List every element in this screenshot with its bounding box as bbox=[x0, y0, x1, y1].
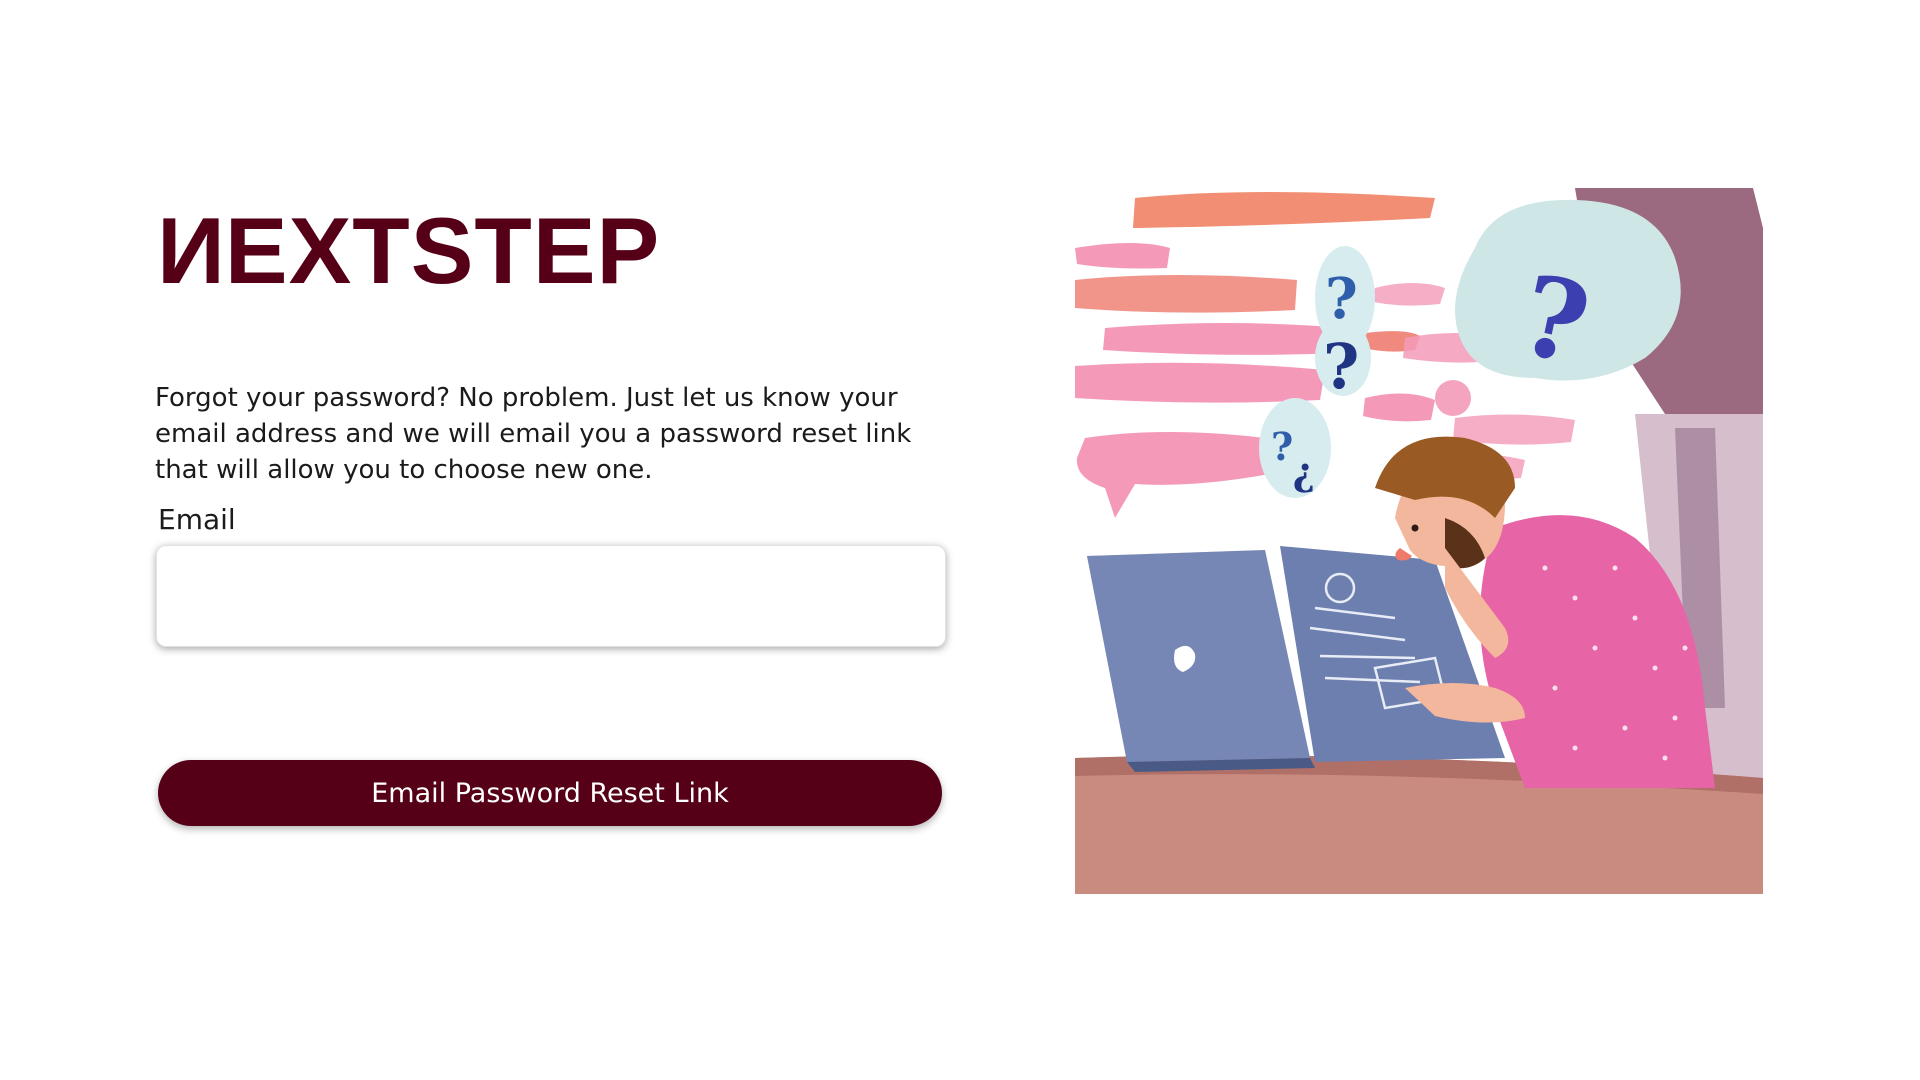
email-password-reset-button[interactable]: Email Password Reset Link bbox=[158, 760, 942, 826]
laptop-right bbox=[1280, 546, 1505, 762]
svg-text:?: ? bbox=[1323, 330, 1359, 403]
logo-letter-n: N bbox=[156, 198, 225, 303]
laptop-left bbox=[1087, 550, 1315, 772]
email-label: Email bbox=[158, 503, 236, 536]
intro-text: Forgot your password? No problem. Just l… bbox=[155, 383, 912, 485]
thought-bubble: ? bbox=[1435, 199, 1681, 416]
brand-logo: NEXTSTEP bbox=[156, 198, 660, 303]
svg-text:?: ? bbox=[1271, 424, 1293, 469]
email-field[interactable] bbox=[156, 545, 946, 647]
logo-text: EXTSTEP bbox=[224, 198, 661, 303]
confused-person-at-laptop-icon: ? ? ? ? ? bbox=[1075, 188, 1763, 894]
svg-text:?: ? bbox=[1293, 455, 1315, 500]
